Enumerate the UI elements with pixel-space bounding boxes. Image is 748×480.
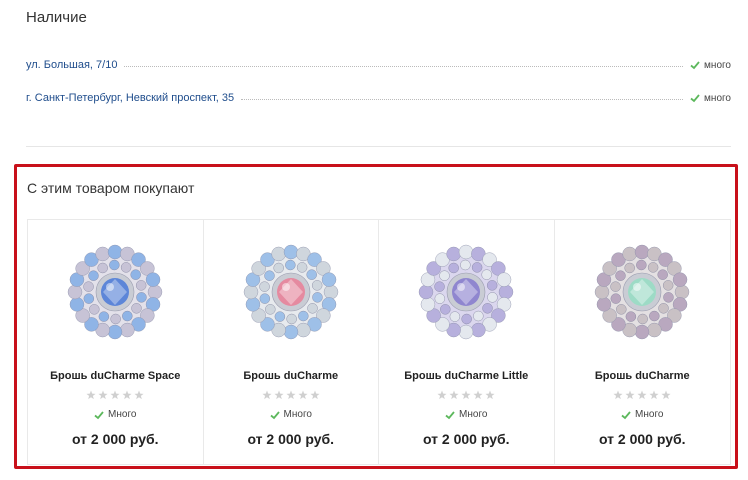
rating-stars (379, 390, 554, 400)
check-icon (690, 94, 700, 103)
availability-status: Много (555, 409, 731, 420)
product-price: от 2 000 руб. (598, 431, 686, 447)
product-name[interactable]: Брошь duCharme (555, 370, 731, 382)
product-card[interactable]: Брошь duCharme Много от 2 000 руб. (204, 220, 379, 464)
product-name[interactable]: Брошь duCharme (204, 370, 379, 382)
availability-title: Наличие (26, 9, 87, 26)
star-icon (485, 390, 495, 400)
also-buy-section: С этим товаром покупают Брошь duCharme S… (14, 164, 738, 469)
star-icon (86, 390, 96, 400)
product-price: от 2 000 руб. (71, 431, 159, 447)
check-icon (269, 410, 280, 419)
availability-status: Много (28, 409, 203, 420)
star-icon (613, 390, 623, 400)
check-icon (621, 410, 631, 419)
star-icon (98, 390, 108, 400)
stock-status: много (690, 93, 731, 104)
star-icon (262, 390, 272, 400)
star-icon (274, 390, 284, 400)
stock-label: много (704, 59, 731, 71)
check-icon (445, 410, 455, 419)
product-name[interactable]: Брошь duCharme Little (379, 370, 554, 382)
product-price: от 2 000 руб. (247, 431, 335, 447)
dotted-leader (124, 65, 684, 67)
brooch-image[interactable] (416, 242, 516, 342)
product-name[interactable]: Брошь duCharme Space (28, 370, 203, 382)
star-icon (310, 390, 320, 400)
product-card[interactable]: Брошь duCharme Space Много от 2 000 руб. (28, 220, 204, 464)
availability-status: Много (379, 409, 554, 420)
rating-stars (204, 390, 379, 400)
store-address-link[interactable]: ул. Большая, 7/10 (26, 59, 117, 71)
star-icon (649, 390, 659, 400)
stock-status: много (690, 60, 731, 71)
star-icon (110, 390, 120, 400)
star-icon (461, 390, 471, 400)
rating-stars (28, 390, 203, 400)
dotted-leader (241, 98, 684, 100)
stock-row: г. Санкт-Петербург, Невский проспект, 35… (26, 89, 731, 107)
availability-status: Много (204, 409, 379, 420)
brooch-image[interactable] (241, 242, 341, 342)
store-address-link[interactable]: г. Санкт-Петербург, Невский проспект, 35 (26, 92, 234, 104)
star-icon (449, 390, 459, 400)
star-icon (625, 390, 635, 400)
availability-label: Много (108, 409, 137, 420)
star-icon (661, 390, 671, 400)
star-icon (637, 390, 647, 400)
star-icon (134, 390, 144, 400)
star-icon (298, 390, 308, 400)
stock-row: ул. Большая, 7/10 много (26, 56, 731, 74)
product-card[interactable]: Брошь duCharme Много от 2 000 руб. (555, 220, 731, 464)
availability-label: Много (635, 409, 664, 420)
stock-label: много (704, 92, 731, 104)
availability-label: Много (459, 409, 488, 420)
brooch-image[interactable] (65, 242, 165, 342)
star-icon (473, 390, 483, 400)
check-icon (690, 61, 700, 70)
rating-stars (555, 390, 731, 400)
check-icon (94, 410, 104, 419)
star-icon (122, 390, 132, 400)
product-grid: Брошь duCharme Space Много от 2 000 руб.… (27, 219, 731, 465)
section-divider (26, 146, 731, 147)
star-icon (286, 390, 296, 400)
availability-label: Много (283, 409, 312, 420)
product-card[interactable]: Брошь duCharme Little Много от 2 000 руб… (379, 220, 555, 464)
product-price: от 2 000 руб. (422, 431, 510, 447)
also-buy-title: С этим товаром покупают (27, 180, 195, 196)
brooch-image[interactable] (592, 242, 692, 342)
star-icon (437, 390, 447, 400)
